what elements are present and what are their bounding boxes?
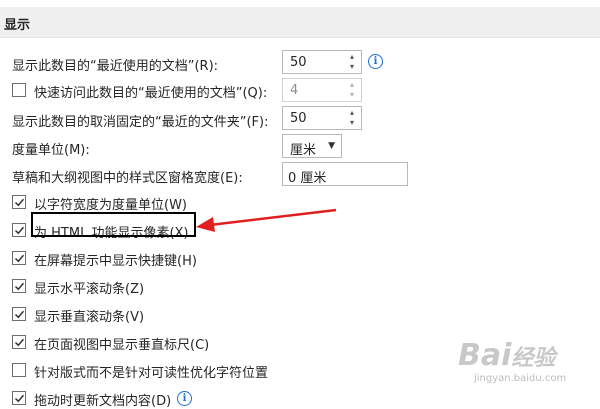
spin-up-icon: ▴ (349, 80, 354, 89)
spinner-arrows: ▴ ▾ (347, 80, 357, 100)
checkmark-icon (14, 282, 25, 291)
quick-access-checkbox[interactable] (12, 83, 26, 97)
recent-docs-label: 显示此数目的“最近使用的文档”(R): (12, 59, 219, 74)
info-icon[interactable]: i (177, 391, 192, 406)
unpinned-folders-spinner[interactable]: 50 ▴ ▾ (282, 106, 362, 130)
option-checkbox[interactable] (12, 307, 26, 321)
section-title: 显示 (4, 18, 31, 33)
spinner-arrows[interactable]: ▴ ▾ (347, 52, 357, 72)
checkmark-icon (14, 310, 25, 319)
unpinned-folders-value[interactable]: 50 (290, 111, 307, 126)
quick-access-value: 4 (290, 83, 299, 98)
option-label: 显示水平滚动条(Z) (34, 282, 145, 297)
section-header: 显示 (0, 7, 600, 38)
option-label: 以字符宽度为度量单位(W) (34, 198, 187, 213)
quick-access-spinner: 4 ▴ ▾ (282, 78, 362, 102)
checkmark-icon (14, 338, 25, 347)
checkmark-icon (14, 226, 25, 235)
checkmark-icon (14, 198, 25, 207)
spin-down-icon[interactable]: ▾ (347, 118, 357, 128)
quick-access-label: 快速访问此数目的“最近使用的文档”(Q): (34, 86, 268, 101)
spin-down-icon: ▾ (349, 90, 354, 99)
checkmark-icon (14, 394, 25, 403)
chevron-down-icon[interactable]: ▼ (328, 141, 335, 151)
option-checkbox[interactable] (12, 335, 26, 349)
unpinned-folders-label: 显示此数目的取消固定的“最近的文件夹”(F): (12, 115, 269, 130)
option-label: 显示垂直滚动条(V) (34, 310, 145, 325)
draft-width-value[interactable]: 0 厘米 (288, 167, 326, 186)
watermark-url: jingyan.baidu.com (474, 373, 567, 384)
recent-docs-value[interactable]: 50 (290, 55, 307, 70)
spinner-arrows[interactable]: ▴ ▾ (347, 108, 357, 128)
option-label: 在页面视图中显示垂直标尺(C) (34, 338, 210, 353)
option-checkbox[interactable] (12, 391, 26, 405)
unit-dropdown[interactable]: 厘米 ▼ (282, 134, 342, 158)
option-checkbox[interactable] (12, 363, 26, 377)
watermark-logo: Bai经验 (458, 338, 556, 373)
checkmark-icon (14, 254, 25, 263)
draft-width-label: 草稿和大纲视图中的样式区窗格宽度(E): (12, 171, 243, 186)
spin-down-icon[interactable]: ▾ (347, 62, 357, 72)
recent-docs-spinner[interactable]: 50 ▴ ▾ (282, 50, 362, 74)
option-checkbox[interactable] (12, 195, 26, 209)
highlight-box (31, 212, 196, 237)
option-checkbox[interactable] (12, 223, 26, 237)
info-icon[interactable]: i (368, 54, 383, 69)
option-label: 针对版式而不是针对可读性优化字符位置 (34, 366, 269, 381)
spin-up-icon[interactable]: ▴ (347, 108, 357, 118)
draft-width-input[interactable]: 0 厘米 (282, 162, 408, 186)
option-label: 在屏幕提示中显示快捷键(H) (34, 254, 197, 269)
unit-value[interactable]: 厘米 (290, 139, 316, 158)
unit-label: 度量单位(M): (12, 143, 90, 158)
spin-up-icon[interactable]: ▴ (347, 52, 357, 62)
option-checkbox[interactable] (12, 279, 26, 293)
option-checkbox[interactable] (12, 251, 26, 265)
